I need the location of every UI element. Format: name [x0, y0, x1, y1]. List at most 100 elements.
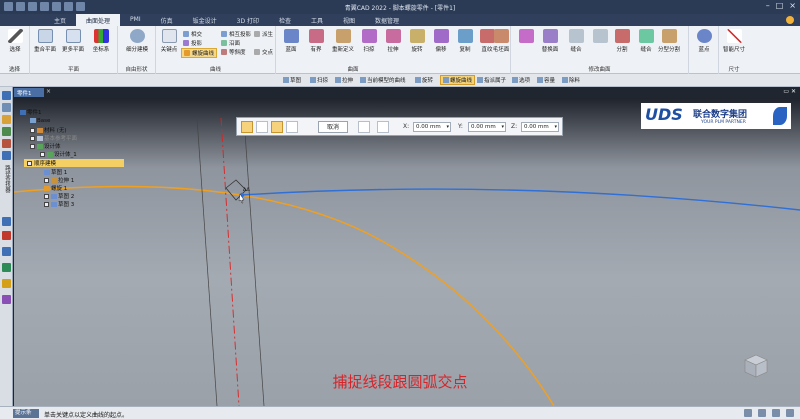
tree-node-ordered[interactable]: 顺序建模 — [24, 159, 124, 167]
filter-remove-material[interactable]: 除料 — [562, 76, 580, 84]
blank-surface-button[interactable]: 毛坯面 — [490, 29, 512, 53]
tab-tools[interactable]: 工具 — [301, 14, 333, 26]
iso-slope-button[interactable]: 等斜度 — [221, 48, 246, 56]
filter-sketch[interactable]: 草图 — [283, 76, 301, 84]
rotate-icon[interactable] — [786, 409, 794, 417]
coord-system-button[interactable]: 坐标系 — [88, 29, 114, 53]
intersect-button[interactable]: 相交 — [183, 30, 202, 38]
fit-icon[interactable] — [758, 409, 766, 417]
tree-node-design-body[interactable]: 设计体 — [30, 142, 61, 150]
sensor-icon[interactable] — [2, 151, 11, 160]
end-point-step-icon[interactable] — [271, 121, 283, 133]
document-tab[interactable]: 零件1 — [14, 88, 44, 97]
tree-node-root[interactable]: 零件1 — [20, 108, 42, 116]
split-face-button[interactable] — [513, 29, 539, 45]
tab-data-management[interactable]: 数据管理 — [365, 14, 409, 26]
project-button[interactable]: 投影 — [183, 39, 202, 47]
part-icon[interactable] — [2, 217, 11, 226]
derive-button[interactable]: 派生 — [254, 30, 273, 38]
cross-point-button[interactable]: 交点 — [254, 48, 273, 56]
filter-options[interactable]: 选项 — [512, 76, 530, 84]
split-button[interactable]: 分割 — [609, 29, 635, 53]
tab-home[interactable]: 主页 — [44, 14, 76, 26]
center-line[interactable] — [220, 117, 240, 406]
maximize-icon[interactable]: □ — [776, 1, 784, 10]
x-coordinate-field[interactable]: 0.00 mm — [413, 122, 451, 132]
pathfinder-icon[interactable] — [2, 91, 11, 100]
filter-capacity[interactable]: 容量 — [537, 76, 555, 84]
smart-dimension-button[interactable]: 智能尺寸 — [721, 29, 747, 53]
tab-3d-print[interactable]: 3D 打印 — [227, 14, 269, 26]
bulb-icon[interactable] — [2, 279, 11, 288]
key-point-button[interactable]: 关键点 — [156, 29, 182, 53]
tab-pmi[interactable]: PMI — [120, 14, 151, 26]
more-planes-button[interactable]: 更多平面 — [60, 29, 86, 53]
help-icon[interactable] — [786, 16, 794, 24]
layers-icon[interactable] — [2, 103, 11, 112]
close-icon[interactable]: × — [789, 1, 796, 10]
tree-node-material[interactable]: 材料 (无) — [30, 126, 67, 134]
tab-surfacing[interactable]: 曲面处理 — [76, 14, 121, 26]
blue-curve[interactable] — [241, 188, 800, 211]
revolve-button[interactable]: 旋转 — [404, 29, 430, 53]
tree-node-base[interactable]: Base — [30, 118, 50, 124]
redefine-button[interactable]: 重新定义 — [330, 29, 356, 53]
tool-icon[interactable] — [2, 115, 11, 124]
snap-icon[interactable] — [358, 121, 370, 133]
start-point-step-icon[interactable] — [256, 121, 268, 133]
blue-surface-button[interactable]: 蓝面 — [278, 29, 304, 53]
filter-sweep[interactable]: 扫掠 — [310, 76, 328, 84]
axis-step-icon[interactable] — [241, 121, 253, 133]
tree-node-helix1[interactable]: 螺旋 1 — [44, 184, 67, 192]
subdivision-button[interactable]: 细分建模 — [124, 29, 150, 53]
replace-face-button[interactable]: 替换面 — [537, 29, 563, 53]
close-view-icon[interactable]: ✕ — [791, 88, 796, 95]
tree-node-ref-plane[interactable]: 基本参考平面 — [30, 134, 77, 142]
select-button[interactable]: 选择 — [2, 29, 28, 53]
sweep-button[interactable]: 扫掠 — [356, 29, 382, 53]
filter-extrude[interactable]: 拉伸 — [335, 76, 353, 84]
blue-point-button[interactable]: 蓝点 — [691, 29, 717, 53]
zoom-icon[interactable] — [744, 409, 752, 417]
render-icon[interactable] — [2, 263, 11, 272]
tree-node-sketch1[interactable]: 草图 1 — [44, 168, 67, 176]
tree-node-sketch3[interactable]: 草图 3 — [44, 200, 74, 208]
prompt-bar-label[interactable]: 提示条 — [13, 409, 39, 418]
view-icon[interactable] — [2, 295, 11, 304]
tab-sheetmetal[interactable]: 钣金设计 — [183, 14, 227, 26]
doc-icon[interactable] — [2, 247, 11, 256]
cancel-button[interactable]: 取消 — [318, 121, 348, 133]
tree-node-design-body-1[interactable]: 设计体_1 — [40, 150, 77, 158]
helix-curve-button[interactable]: 螺旋曲线 — [181, 48, 218, 58]
options-step-icon[interactable] — [286, 121, 298, 133]
coincident-plane-button[interactable]: 重合平面 — [32, 29, 58, 53]
pan-icon[interactable] — [772, 409, 780, 417]
tree-node-sketch2[interactable]: 草图 2 — [44, 192, 74, 200]
extrude-button[interactable]: 拉伸 — [380, 29, 406, 53]
graphics-viewport[interactable]: ∆∆ — [14, 98, 800, 406]
bounded-button[interactable]: 有界 — [303, 29, 329, 53]
tab-inspect[interactable]: 检查 — [269, 14, 301, 26]
tab-simulation[interactable]: 仿真 — [151, 14, 183, 26]
tab-view[interactable]: 视图 — [333, 14, 365, 26]
z-coordinate-field[interactable]: 0.00 mm — [521, 122, 559, 132]
library-icon[interactable] — [2, 127, 11, 136]
pathfinder-tab[interactable]: 路径查找器 — [2, 165, 11, 193]
stitch-button[interactable]: 缝合 — [563, 29, 589, 53]
restore-view-icon[interactable]: ▭ — [783, 88, 789, 95]
filter-assign[interactable]: 指派属子 — [477, 76, 506, 84]
filter-current-curves[interactable]: 当前模型的曲线 — [360, 76, 406, 84]
filter-helix[interactable]: 螺旋曲线 — [440, 75, 476, 85]
feature-icon[interactable] — [2, 139, 11, 148]
y-coordinate-field[interactable]: 0.00 mm — [468, 122, 506, 132]
construction-line-left[interactable] — [196, 117, 218, 406]
close-doc-icon[interactable]: × — [46, 88, 51, 95]
along-surface-button[interactable]: 沿面 — [221, 39, 240, 47]
offset-button[interactable]: 偏移 — [428, 29, 454, 53]
construction-line-right[interactable] — [243, 117, 265, 406]
minimize-icon[interactable]: – — [766, 1, 770, 10]
mutual-project-button[interactable]: 相互投影 — [221, 30, 251, 38]
family-icon[interactable] — [2, 231, 11, 240]
split-model-button[interactable]: 分型分割 — [656, 29, 682, 53]
filter-revolve[interactable]: 旋转 — [415, 76, 433, 84]
